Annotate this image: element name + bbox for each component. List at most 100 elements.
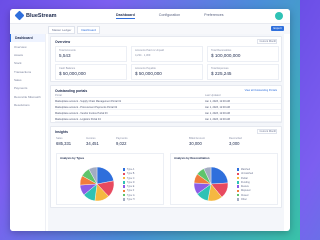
stat-label: Total Accounts: [59, 49, 76, 52]
legend-label: Type B: [126, 172, 135, 176]
sidebar-item-overview[interactable]: Overview: [10, 42, 45, 50]
logo-text: BlueStream: [26, 12, 57, 19]
stat-value: $ 100,000,000: [211, 53, 241, 58]
topnav-dashboard[interactable]: Dashboard: [116, 13, 135, 19]
stat-value: 30,000: [189, 141, 202, 146]
legend-label: Type G: [126, 193, 135, 197]
pie-card-types: Analysis by Types Type A Type B Type C Type…: [56, 153, 164, 205]
legend-swatch: [237, 176, 240, 180]
pie-chart-reconciliation[interactable]: [191, 164, 231, 204]
view-all-portals-link[interactable]: View all Outstanding Portals: [245, 89, 277, 92]
portal-date: Jan 1, 2023, 12:00 AM: [205, 112, 231, 115]
legend-item: Closed: [237, 194, 253, 197]
legend-swatch: [237, 181, 240, 184]
subtab-dashboard[interactable]: Dashboard: [77, 26, 101, 34]
legend-item: Type H: [123, 198, 135, 201]
stat-value: 685,331: [56, 141, 72, 146]
legend-item: Type D: [123, 181, 135, 184]
legend-item: Type C: [123, 177, 135, 180]
stat-value: 34,451: [86, 141, 99, 146]
legend-swatch: [123, 168, 126, 171]
stat-value: $ 225,245: [211, 71, 232, 76]
portal-date: Jan 1, 2023, 12:00 AM: [205, 100, 231, 103]
stat-label: Billed Amount: [189, 137, 205, 140]
column-header-updated: Last Updated: [205, 94, 221, 97]
stat-card: Total Receivables $ 100,000,000: [207, 46, 279, 62]
sidebar-item-dashboard[interactable]: Dashboard: [10, 34, 45, 43]
portals-card: Outstanding portals View all Outstanding…: [50, 85, 282, 123]
legend-swatch: [237, 168, 240, 171]
legend-item: Matched: [237, 168, 253, 171]
legend-swatch: [237, 185, 240, 188]
stat-label: Total Expenses: [211, 67, 229, 70]
sidebar-item-stock[interactable]: Stock: [10, 59, 45, 67]
legend-label: Type D: [126, 180, 135, 184]
sidebar-item-payments[interactable]: Payments: [10, 84, 45, 92]
pie-chart-types[interactable]: [77, 164, 117, 204]
stat-value: 5,543: [59, 53, 71, 58]
stat-card: Accounts Paid vs Unpaid 4,234 · 1,309: [131, 46, 203, 62]
portal-date: Jan 1, 2023, 12:00 AM: [205, 118, 231, 121]
legend-swatch: [123, 198, 126, 201]
stat-label: Invoices: [86, 137, 96, 140]
pie-slice[interactable]: [210, 166, 229, 185]
legend-label: Type H: [126, 198, 135, 202]
portal-name: Marketplace account - Vendor Invoice Por…: [55, 112, 108, 115]
legend-label: Review: [240, 185, 249, 189]
app-window: BlueStream Dashboard Configuration Prefe…: [10, 9, 290, 231]
export-button[interactable]: Export: [271, 25, 284, 31]
stat-card: Total Expenses $ 225,245: [207, 64, 279, 80]
subtab-master-ledger[interactable]: Master Ledger: [48, 26, 76, 34]
logo[interactable]: BlueStream: [14, 10, 57, 21]
legend-swatch: [123, 185, 126, 188]
legend-label: Other: [240, 198, 247, 202]
overview-card: Overview Current Month Total Accounts 5,…: [50, 36, 282, 82]
legend-swatch: [123, 194, 126, 197]
main-content: Overview Current Month Total Accounts 5,…: [48, 34, 284, 231]
overview-filter-select[interactable]: Current Month: [257, 39, 277, 44]
top-bar: BlueStream Dashboard Configuration Prefe…: [10, 9, 290, 24]
stat-value: 3,000: [229, 141, 240, 146]
sidebar-item-assets[interactable]: Assets: [10, 51, 45, 59]
pie-title: Analysis by Types: [60, 156, 85, 160]
legend-swatch: [123, 189, 126, 193]
stat-label: Accounts Payable: [135, 67, 156, 70]
legend-label: Type A: [126, 168, 135, 171]
table-row[interactable]: Marketplace account - Procurement Paymen…: [55, 105, 281, 110]
stat-card: Accounts Payable $ 50,000,000: [131, 64, 203, 80]
legend-swatch: [123, 176, 126, 180]
stat-card: Total Accounts 5,543: [55, 46, 127, 62]
table-row[interactable]: Marketplace account - Supply Chain Manag…: [55, 99, 281, 104]
top-nav: Dashboard Configuration Preferences: [116, 13, 248, 19]
column-header-portal: Portal: [55, 94, 62, 97]
legend-item: Review: [237, 185, 253, 188]
legend-label: Unmatched: [240, 172, 254, 176]
pie-legend: Matched Unmatched Partial Pending Review Disp…: [237, 168, 253, 202]
legend-label: Pending: [240, 180, 250, 184]
stat-label: Total Receivables: [211, 49, 232, 52]
sidebar-item-sales[interactable]: Sales: [10, 76, 45, 84]
legend-item: Type E: [123, 185, 135, 188]
stat-sub: 4,234 · 1,309: [135, 54, 151, 57]
table-row[interactable]: Marketplace account - Vendor Invoice Por…: [55, 111, 281, 116]
legend-swatch: [237, 194, 240, 197]
overview-title: Overview: [55, 39, 71, 44]
legend-swatch: [237, 172, 240, 175]
topnav-preferences[interactable]: Preferences: [204, 13, 223, 19]
portal-name: Marketplace account - Logistics Portal 0…: [55, 118, 101, 121]
avatar[interactable]: [275, 12, 283, 20]
stat-label: Reconciled: [229, 137, 242, 140]
stat-value: $ 50,000,000: [59, 71, 86, 76]
stat-value: 9,022: [116, 141, 127, 146]
pie-title: Analysis by Reconciliation: [174, 156, 210, 160]
topnav-configuration[interactable]: Configuration: [159, 13, 180, 19]
sidebar-item-reconcile[interactable]: Reconcile Mismatch: [10, 93, 45, 101]
logo-icon: [14, 10, 25, 21]
sidebar-item-transactions[interactable]: Transactions: [10, 68, 45, 76]
sidebar-item-resolutions[interactable]: Resolutions: [10, 101, 45, 109]
table-row[interactable]: Marketplace account - Logistics Portal 0…: [55, 117, 281, 122]
legend-label: Matched: [240, 168, 251, 171]
legend-label: Type C: [126, 176, 135, 180]
pie-card-reconciliation: Analysis by Reconciliation Matched Unmatc…: [170, 153, 278, 205]
insights-filter-select[interactable]: Current Month: [257, 129, 277, 134]
